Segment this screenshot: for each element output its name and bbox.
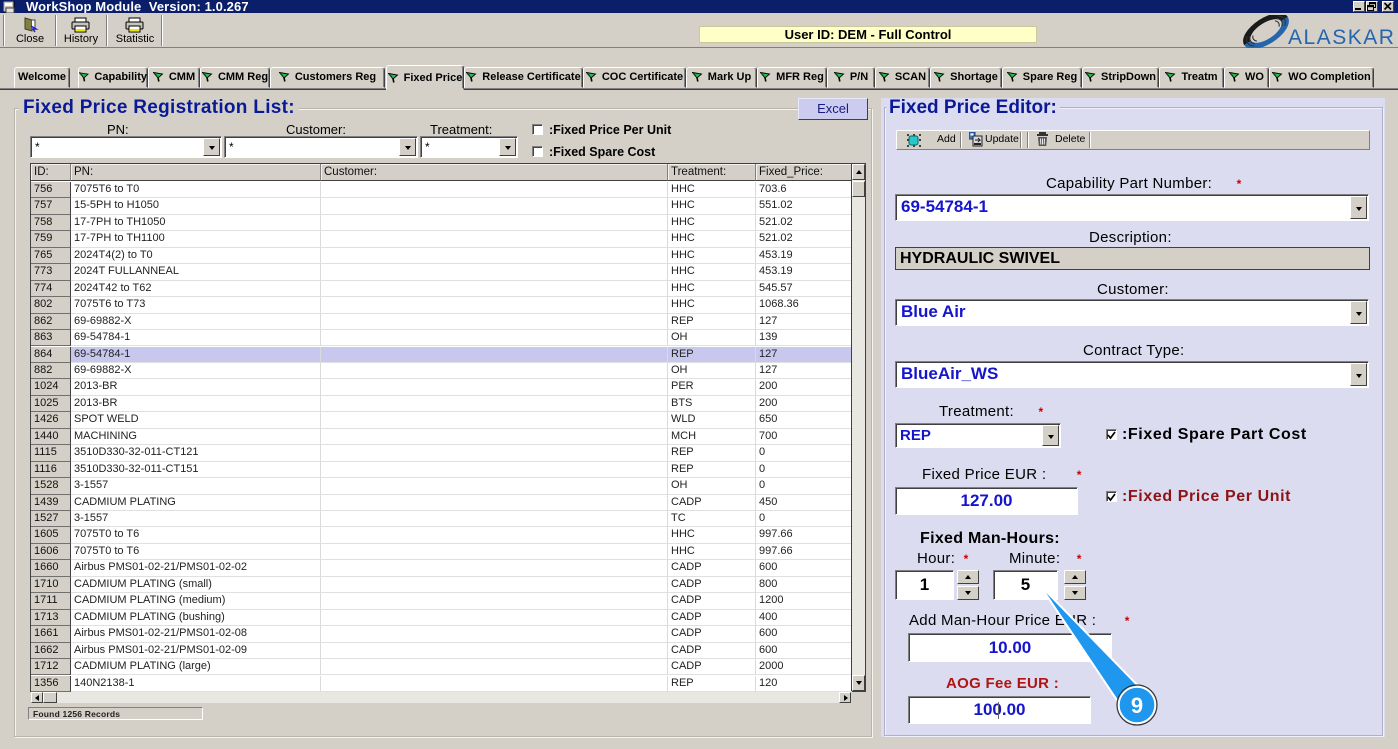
svg-text:ALASKAR: ALASKAR [1288, 26, 1395, 48]
svg-text:9: 9 [1131, 693, 1143, 718]
